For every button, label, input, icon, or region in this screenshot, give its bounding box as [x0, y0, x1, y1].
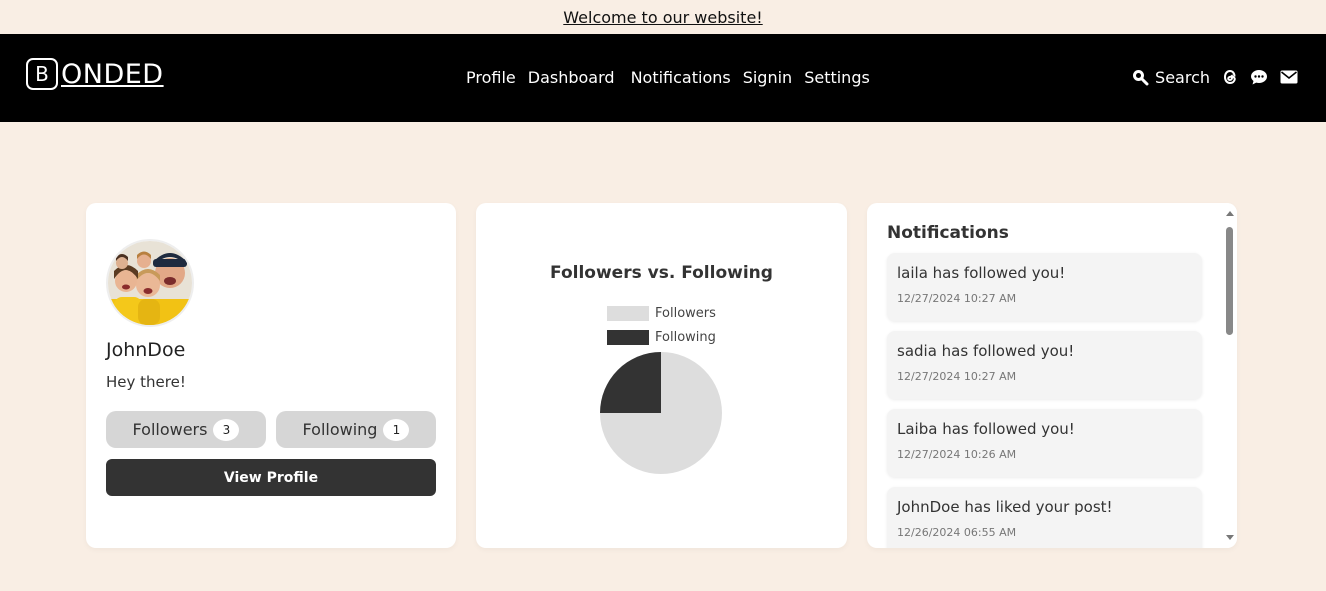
- chat-icon[interactable]: [1250, 68, 1268, 86]
- followers-button[interactable]: Followers 3: [106, 411, 266, 448]
- notification-time: 12/26/2024 06:55 AM: [897, 526, 1017, 539]
- pie-chart: [600, 352, 722, 474]
- username: JohnDoe: [106, 339, 186, 361]
- nav-links: Profile Dashboard Notifications Signin S…: [466, 64, 870, 90]
- nav-profile[interactable]: Profile: [466, 68, 516, 87]
- welcome-banner: Welcome to our website!: [0, 0, 1326, 34]
- avatar[interactable]: [106, 239, 194, 327]
- notification-text: Laiba has followed you!: [897, 420, 1075, 438]
- scrollbar-thumb[interactable]: [1226, 227, 1233, 335]
- search-label: Search: [1155, 67, 1210, 87]
- following-label: Following: [302, 420, 378, 439]
- notification-text: laila has followed you!: [897, 264, 1066, 282]
- threads-icon[interactable]: [1222, 68, 1238, 86]
- view-profile-button[interactable]: View Profile: [106, 459, 436, 496]
- pie-slice-following[interactable]: [600, 352, 661, 413]
- notification-text: JohnDoe has liked your post!: [897, 498, 1113, 516]
- legend-swatch-following: [607, 329, 649, 345]
- notification-item[interactable]: Laiba has followed you! 12/27/2024 10:26…: [887, 409, 1202, 477]
- logo[interactable]: B ONDED: [26, 58, 164, 90]
- legend-label-followers: Followers: [655, 305, 716, 321]
- notification-text: sadia has followed you!: [897, 342, 1075, 360]
- mail-icon[interactable]: [1280, 70, 1298, 84]
- welcome-link[interactable]: Welcome to our website!: [563, 8, 762, 27]
- legend-swatch-followers: [607, 305, 649, 321]
- nav-settings[interactable]: Settings: [804, 68, 870, 87]
- bio: Hey there!: [106, 373, 186, 391]
- logo-text: ONDED: [61, 58, 164, 90]
- notification-item[interactable]: JohnDoe has liked your post! 12/26/2024 …: [887, 487, 1202, 548]
- nav-notifications[interactable]: Notifications: [631, 68, 731, 87]
- following-count-badge: 1: [383, 418, 410, 441]
- notification-item[interactable]: laila has followed you! 12/27/2024 10:27…: [887, 253, 1202, 321]
- notification-item[interactable]: sadia has followed you! 12/27/2024 10:27…: [887, 331, 1202, 399]
- legend-label-following: Following: [655, 329, 716, 345]
- notification-time: 12/27/2024 10:27 AM: [897, 370, 1017, 383]
- nav-dashboard[interactable]: Dashboard: [528, 68, 615, 87]
- notification-time: 12/27/2024 10:26 AM: [897, 448, 1017, 461]
- logo-letter: B: [26, 58, 58, 90]
- profile-card: JohnDoe Hey there! Followers 3 Following…: [86, 203, 456, 548]
- chart-card: Followers vs. Following Followers Follow…: [476, 203, 847, 548]
- legend-item-followers[interactable]: Followers: [607, 301, 716, 325]
- navbar: B ONDED Profile Dashboard Notifications …: [0, 34, 1326, 122]
- chart-title: Followers vs. Following: [550, 263, 773, 283]
- legend-item-following[interactable]: Following: [607, 325, 716, 349]
- followers-label: Followers: [132, 420, 208, 439]
- notifications-card: Notifications laila has followed you! 12…: [867, 203, 1237, 548]
- search-button[interactable]: Search: [1131, 68, 1210, 87]
- notification-time: 12/27/2024 10:27 AM: [897, 292, 1017, 305]
- scroll-up-arrow-icon[interactable]: [1226, 211, 1234, 216]
- following-button[interactable]: Following 1: [276, 411, 436, 448]
- search-icon: [1131, 68, 1149, 86]
- notifications-title: Notifications: [887, 223, 1009, 243]
- followers-count-badge: 3: [213, 418, 240, 441]
- nav-signin[interactable]: Signin: [743, 68, 792, 87]
- notifications-scrollbar[interactable]: [1223, 203, 1237, 548]
- nav-actions: Search: [1131, 64, 1298, 90]
- chart-legend: Followers Following: [607, 301, 716, 349]
- scroll-down-arrow-icon[interactable]: [1226, 535, 1234, 540]
- notifications-list: laila has followed you! 12/27/2024 10:27…: [887, 253, 1202, 548]
